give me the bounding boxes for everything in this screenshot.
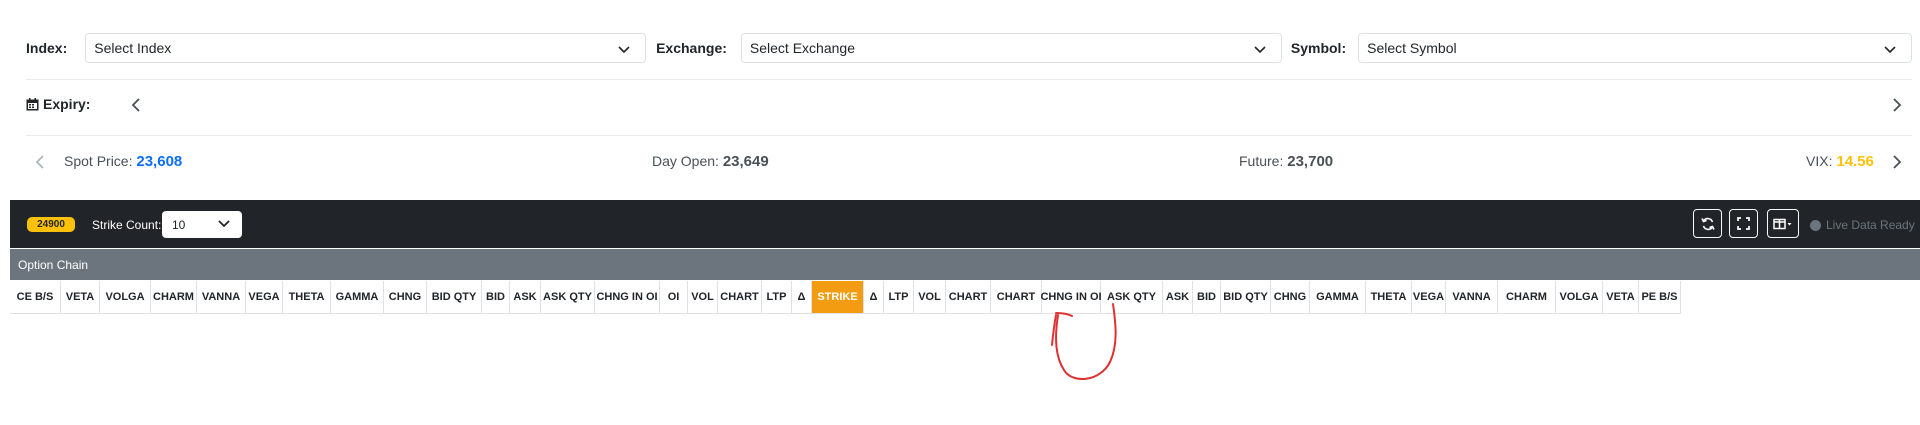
divider bbox=[26, 135, 1912, 136]
spot-price: Spot Price: 23,608 bbox=[64, 153, 182, 170]
strike-count-value: 10 bbox=[172, 217, 186, 232]
column-header[interactable]: ASK bbox=[510, 281, 541, 313]
column-header[interactable]: THETA bbox=[1366, 281, 1412, 313]
column-header[interactable]: CHNG bbox=[1271, 281, 1310, 313]
strike-count-select[interactable]: 10 bbox=[162, 211, 242, 238]
expiry-label: Expiry: bbox=[26, 96, 90, 112]
spot-price-value: 23,608 bbox=[136, 153, 183, 170]
column-header[interactable]: VOLGA bbox=[100, 281, 151, 313]
chevron-left-icon bbox=[131, 98, 140, 112]
column-header[interactable]: VETA bbox=[61, 281, 100, 313]
live-status-text: Live Data Ready bbox=[1826, 218, 1915, 232]
filter-row: Index: Select Index Exchange: Select Exc… bbox=[26, 32, 1912, 63]
symbol-select-value: Select Symbol bbox=[1367, 39, 1457, 56]
index-select[interactable]: Select Index bbox=[85, 32, 647, 63]
column-header[interactable]: LTP bbox=[762, 281, 792, 313]
index-label: Index: bbox=[26, 39, 68, 56]
chevron-down-icon bbox=[1254, 45, 1266, 53]
calendar-icon bbox=[26, 97, 39, 110]
option-chain-toolbar: 24900 Strike Count: 10 Live Data Ready bbox=[10, 200, 1920, 248]
column-header[interactable]: CHARM bbox=[1498, 281, 1556, 313]
exchange-select[interactable]: Select Exchange bbox=[740, 32, 1282, 63]
column-header[interactable]: CHARM bbox=[151, 281, 197, 313]
refresh-icon bbox=[1700, 217, 1715, 230]
chevron-left-icon bbox=[35, 155, 44, 169]
refresh-button[interactable] bbox=[1693, 209, 1722, 238]
spot-price-label: Spot Price: bbox=[64, 153, 133, 169]
chevron-down-icon bbox=[1884, 45, 1896, 53]
column-header[interactable]: BID bbox=[482, 281, 510, 313]
column-header[interactable]: VOL bbox=[688, 281, 718, 313]
column-header[interactable]: THETA bbox=[283, 281, 331, 313]
column-header[interactable]: PE B/S bbox=[1639, 281, 1681, 313]
column-header[interactable]: CE B/S bbox=[10, 281, 61, 313]
column-header[interactable]: CHNG bbox=[384, 281, 427, 313]
stats-prev-button[interactable] bbox=[31, 153, 49, 171]
symbol-select[interactable]: Select Symbol bbox=[1358, 32, 1912, 63]
column-header[interactable]: Δ bbox=[792, 281, 812, 313]
expiry-prev-button[interactable] bbox=[127, 96, 145, 114]
column-header[interactable]: BID bbox=[1193, 281, 1221, 313]
symbol-label: Symbol: bbox=[1290, 39, 1347, 56]
future-value: 23,700 bbox=[1287, 153, 1334, 170]
expand-icon bbox=[1737, 217, 1750, 230]
column-header[interactable]: ASK bbox=[1163, 281, 1193, 313]
future-price: Future: 23,700 bbox=[1239, 153, 1333, 170]
columns-icon bbox=[1773, 218, 1792, 229]
expiry-text: Expiry: bbox=[43, 96, 91, 112]
day-open-value: 23,649 bbox=[722, 153, 769, 170]
column-header[interactable]: VANNA bbox=[197, 281, 246, 313]
status-dot-icon bbox=[1810, 219, 1821, 231]
column-header[interactable]: VEGA bbox=[246, 281, 283, 313]
column-header[interactable]: VEGA bbox=[1412, 281, 1446, 313]
chevron-down-icon bbox=[218, 220, 230, 228]
strike-count-label: Strike Count: bbox=[92, 218, 162, 232]
column-header[interactable]: VOL bbox=[914, 281, 946, 313]
column-header[interactable]: VOLGA bbox=[1556, 281, 1603, 313]
vix-value: 14.56 bbox=[1836, 153, 1874, 170]
chevron-right-icon bbox=[1893, 155, 1902, 169]
column-header[interactable]: CHNG IN OI bbox=[595, 281, 660, 313]
column-header[interactable]: ASK QTY bbox=[541, 281, 595, 313]
stats-next-button[interactable] bbox=[1888, 153, 1906, 171]
column-header[interactable]: OI bbox=[660, 281, 688, 313]
column-header[interactable]: CHART bbox=[718, 281, 762, 313]
index-select-value: Select Index bbox=[94, 39, 172, 56]
option-chain-title: Option Chain bbox=[10, 249, 1920, 280]
option-chain-header-row: CE B/S VETA VOLGA CHARM VANNA VEGA THETA GAMMA C… bbox=[10, 281, 1681, 314]
column-header[interactable]: Δ bbox=[864, 281, 884, 313]
column-header[interactable]: LTP bbox=[884, 281, 914, 313]
column-header[interactable]: VANNA bbox=[1446, 281, 1498, 313]
strike-badge: 24900 bbox=[27, 217, 75, 232]
column-toggle-button[interactable] bbox=[1767, 209, 1799, 238]
column-header[interactable]: GAMMA bbox=[331, 281, 384, 313]
column-header[interactable]: BID QTY bbox=[1221, 281, 1271, 313]
exchange-select-value: Select Exchange bbox=[749, 39, 855, 56]
column-header[interactable]: BID QTY bbox=[427, 281, 482, 313]
section-title: Option Chain bbox=[18, 257, 89, 272]
expiry-next-button[interactable] bbox=[1888, 96, 1906, 114]
chevron-right-icon bbox=[1893, 98, 1902, 112]
vix-label: VIX: bbox=[1806, 153, 1833, 169]
divider bbox=[26, 79, 1912, 80]
column-header[interactable]: STRIKE bbox=[812, 281, 864, 313]
live-status: Live Data Ready bbox=[1810, 218, 1915, 232]
exchange-label: Exchange: bbox=[656, 39, 727, 56]
chevron-down-icon bbox=[618, 45, 630, 53]
vix: VIX: 14.56 bbox=[1806, 153, 1874, 170]
day-open-label: Day Open: bbox=[652, 153, 719, 169]
day-open: Day Open: 23,649 bbox=[652, 153, 769, 170]
annotation-arrow bbox=[1051, 303, 1117, 381]
future-label: Future: bbox=[1239, 153, 1284, 169]
column-header[interactable]: VETA bbox=[1603, 281, 1639, 313]
column-header[interactable]: CHART bbox=[946, 281, 991, 313]
column-header[interactable]: GAMMA bbox=[1310, 281, 1366, 313]
fullscreen-button[interactable] bbox=[1729, 209, 1758, 238]
